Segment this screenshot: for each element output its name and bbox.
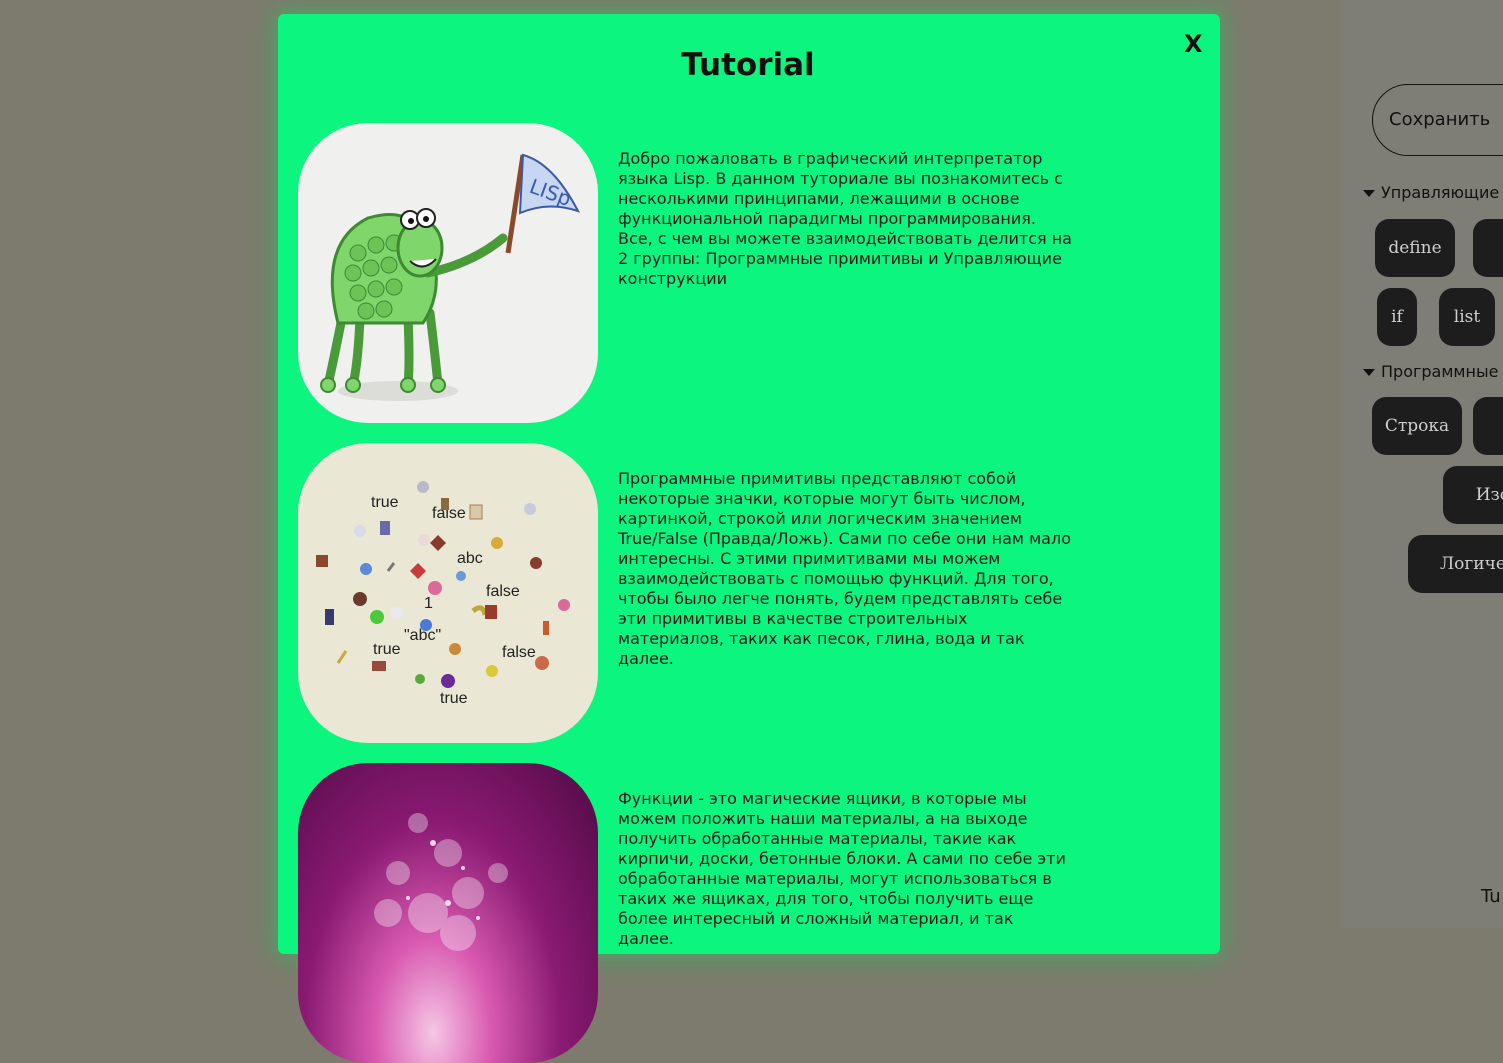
section-primitives-label: Программные — [1381, 362, 1499, 381]
chevron-down-icon — [1363, 190, 1375, 197]
lisp-mascot-image: LISp — [298, 123, 598, 423]
collage-word-3: abc — [457, 550, 483, 567]
collage-word-9: true — [440, 690, 468, 707]
section-control-label: Управляющие — [1381, 183, 1500, 202]
collage-word-8: false — [502, 644, 536, 661]
chip-lambda[interactable]: la — [1473, 219, 1503, 277]
section-primitives-header[interactable]: Программные — [1363, 362, 1498, 381]
side-panel: Сохранить Управляющие define la if list … — [1341, 0, 1503, 928]
chip-number[interactable]: Ci — [1473, 397, 1503, 455]
chip-string[interactable]: Строка — [1372, 397, 1462, 455]
tutorial-text-2: Программные примитивы представляют собой… — [618, 469, 1071, 668]
tutorial-text-3: Функции - это магические ящики, в которы… — [618, 789, 1066, 948]
chip-boolean[interactable]: Логическ — [1408, 535, 1503, 593]
primitives-collage-image: true false abc false 1 "abc" true false … — [298, 443, 598, 743]
tutorial-link[interactable]: Tu — [1481, 886, 1501, 907]
section-control-header[interactable]: Управляющие — [1363, 183, 1499, 202]
chip-if[interactable]: if — [1377, 288, 1417, 346]
chip-list[interactable]: list — [1439, 288, 1495, 346]
collage-word-1: true — [371, 494, 399, 511]
collage-word-5: 1 — [424, 595, 433, 612]
chip-image[interactable]: Изоб — [1443, 466, 1503, 524]
close-button[interactable]: X — [1184, 30, 1203, 58]
chip-define[interactable]: define — [1375, 219, 1455, 277]
magic-box-image — [298, 763, 598, 1063]
collage-word-7: true — [373, 641, 401, 658]
save-button[interactable]: Сохранить — [1372, 84, 1503, 156]
collage-word-4: false — [486, 583, 520, 600]
tutorial-modal: Tutorial X LISp Добро пожаловать в графи… — [278, 14, 1220, 1063]
modal-title: Tutorial — [681, 47, 815, 83]
tutorial-text-1: Добро пожаловать в графический интерпрет… — [618, 149, 1072, 288]
chevron-down-icon — [1363, 369, 1375, 376]
